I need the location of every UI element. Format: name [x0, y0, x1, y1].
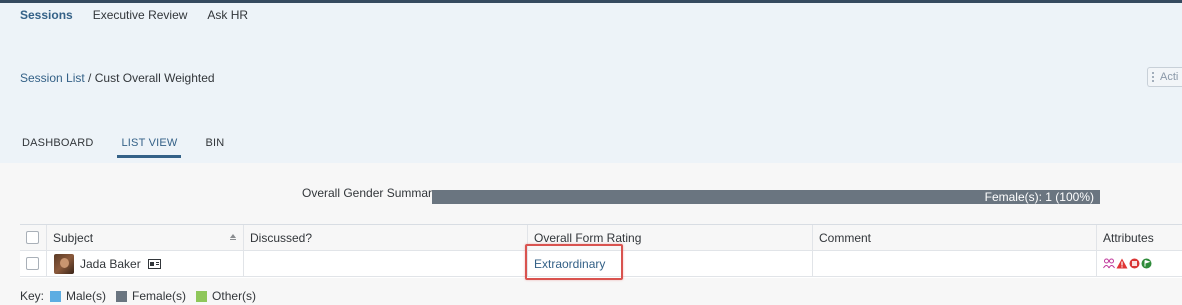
key-item-female: Female(s) — [116, 289, 186, 303]
green-flag-icon[interactable] — [1141, 258, 1152, 269]
column-header-subject-label: Subject — [53, 230, 94, 245]
key-item-male-label: Male(s) — [66, 289, 107, 303]
breadcrumb: Session List / Cust Overall Weighted — [20, 71, 215, 85]
table-row[interactable]: Jada Baker Extraordinary — [20, 251, 1182, 277]
male-swatch — [50, 290, 62, 302]
table-header-row: Subject Discussed? Overall Form Rating C… — [20, 225, 1182, 251]
female-swatch — [116, 290, 128, 302]
column-header-attributes[interactable]: Attributes — [1096, 225, 1182, 250]
avatar[interactable] — [54, 253, 74, 274]
sort-ascending-icon[interactable] — [229, 233, 237, 241]
employee-card-icon[interactable] — [147, 258, 161, 269]
column-header-overall-form-rating[interactable]: Overall Form Rating — [527, 225, 812, 250]
key-item-female-label: Female(s) — [132, 289, 187, 303]
nav-executive-review[interactable]: Executive Review — [93, 8, 188, 22]
tab-dashboard[interactable]: DASHBOARD — [20, 137, 95, 150]
gender-summary-bar: Female(s): 1 (100%) — [432, 190, 1100, 204]
breadcrumb-separator: / — [88, 71, 92, 85]
actions-button-label: Acti — [1160, 71, 1179, 83]
overall-form-rating-cell: Extraordinary — [527, 251, 812, 276]
row-select-checkbox[interactable] — [26, 257, 39, 270]
gender-key: Key: Male(s) Female(s) Other(s) — [20, 289, 266, 303]
key-item-other: Other(s) — [196, 289, 256, 303]
nav-ask-hr[interactable]: Ask HR — [207, 8, 248, 22]
breadcrumb-session-list[interactable]: Session List — [20, 71, 85, 85]
tab-list-view[interactable]: LIST VIEW — [117, 137, 182, 158]
key-label: Key: — [20, 289, 45, 303]
other-swatch — [196, 290, 208, 302]
column-header-rating-label: Overall Form Rating — [534, 230, 642, 245]
attribute-icons — [1103, 258, 1152, 269]
select-all-checkbox[interactable] — [26, 231, 39, 244]
subject-cell: Jada Baker — [46, 251, 243, 276]
view-tabs: DASHBOARD LIST VIEW BIN — [20, 137, 250, 158]
column-header-subject[interactable]: Subject — [46, 225, 243, 250]
key-item-male: Male(s) — [50, 289, 106, 303]
select-all-cell — [20, 225, 46, 250]
column-header-discussed[interactable]: Discussed? — [243, 225, 528, 250]
column-header-comment-label: Comment — [819, 230, 872, 245]
group-icon[interactable] — [1103, 258, 1115, 269]
column-header-attributes-label: Attributes — [1103, 230, 1154, 245]
column-header-discussed-label: Discussed? — [250, 230, 313, 245]
red-circle-icon[interactable] — [1129, 258, 1140, 269]
subject-name[interactable]: Jada Baker — [80, 257, 141, 271]
row-select-cell — [20, 251, 46, 276]
column-header-comment[interactable]: Comment — [812, 225, 1097, 250]
overall-form-rating-link[interactable]: Extraordinary — [534, 257, 605, 271]
nav-sessions[interactable]: Sessions — [20, 8, 73, 22]
attributes-cell — [1096, 251, 1182, 276]
comment-cell[interactable] — [812, 251, 1097, 276]
discussed-cell[interactable] — [243, 251, 528, 276]
breadcrumb-current: Cust Overall Weighted — [94, 71, 215, 85]
actions-button[interactable]: Acti — [1147, 67, 1182, 87]
warning-triangle-icon[interactable] — [1116, 258, 1128, 269]
top-navigation: Sessions Executive Review Ask HR — [20, 8, 268, 22]
session-list-table: Subject Discussed? Overall Form Rating C… — [20, 224, 1182, 278]
key-item-other-label: Other(s) — [212, 289, 257, 303]
gender-summary-bar-text: Female(s): 1 (100%) — [984, 190, 1094, 204]
tab-bin[interactable]: BIN — [203, 137, 226, 150]
gender-summary-label: Overall Gender Summary — [302, 186, 439, 200]
more-vertical-icon — [1152, 72, 1154, 82]
